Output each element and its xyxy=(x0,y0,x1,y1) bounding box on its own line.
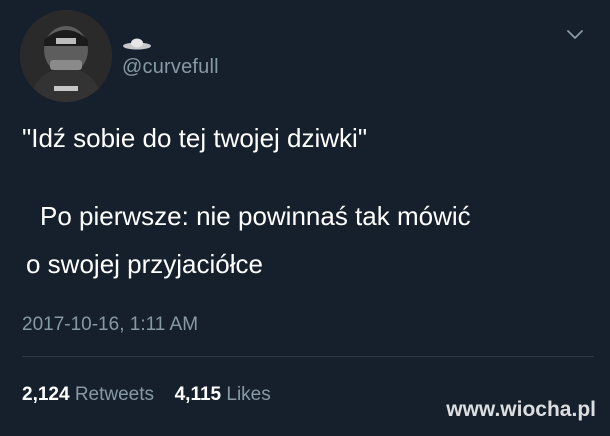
divider xyxy=(22,356,594,357)
ufo-icon xyxy=(123,38,151,50)
retweets-label: Retweets xyxy=(74,384,155,405)
tweet-text-line-2: Po pierwsze: nie powinnaś tak mówić xyxy=(40,201,471,231)
chevron-down-icon[interactable] xyxy=(566,28,584,42)
avatar-image xyxy=(20,10,112,102)
likes-stat[interactable]: 4,115 Likes xyxy=(175,384,271,405)
tweet-timestamp[interactable]: 2017-10-16, 1:11 AM xyxy=(22,314,198,336)
avatar[interactable] xyxy=(20,10,112,102)
tweet-text-line-1: "Idź sobie do tej twojej dziwki" xyxy=(22,123,368,153)
likes-count: 4,115 xyxy=(174,384,222,405)
likes-label: Likes xyxy=(226,384,271,405)
watermark: www.wiocha.pl xyxy=(446,398,596,421)
tweet-text-line-3: o swojej przyjaciółce xyxy=(26,249,263,279)
retweets-stat[interactable]: 2,124 Retweets xyxy=(22,384,159,405)
tweet-stats: 2,124 Retweets 4,115 Likes xyxy=(22,384,271,406)
retweets-count: 2,124 xyxy=(22,384,70,405)
tweet-card: @curvefull "Idź sobie do tej twojej dziw… xyxy=(0,0,610,436)
user-handle[interactable]: @curvefull xyxy=(122,56,219,79)
